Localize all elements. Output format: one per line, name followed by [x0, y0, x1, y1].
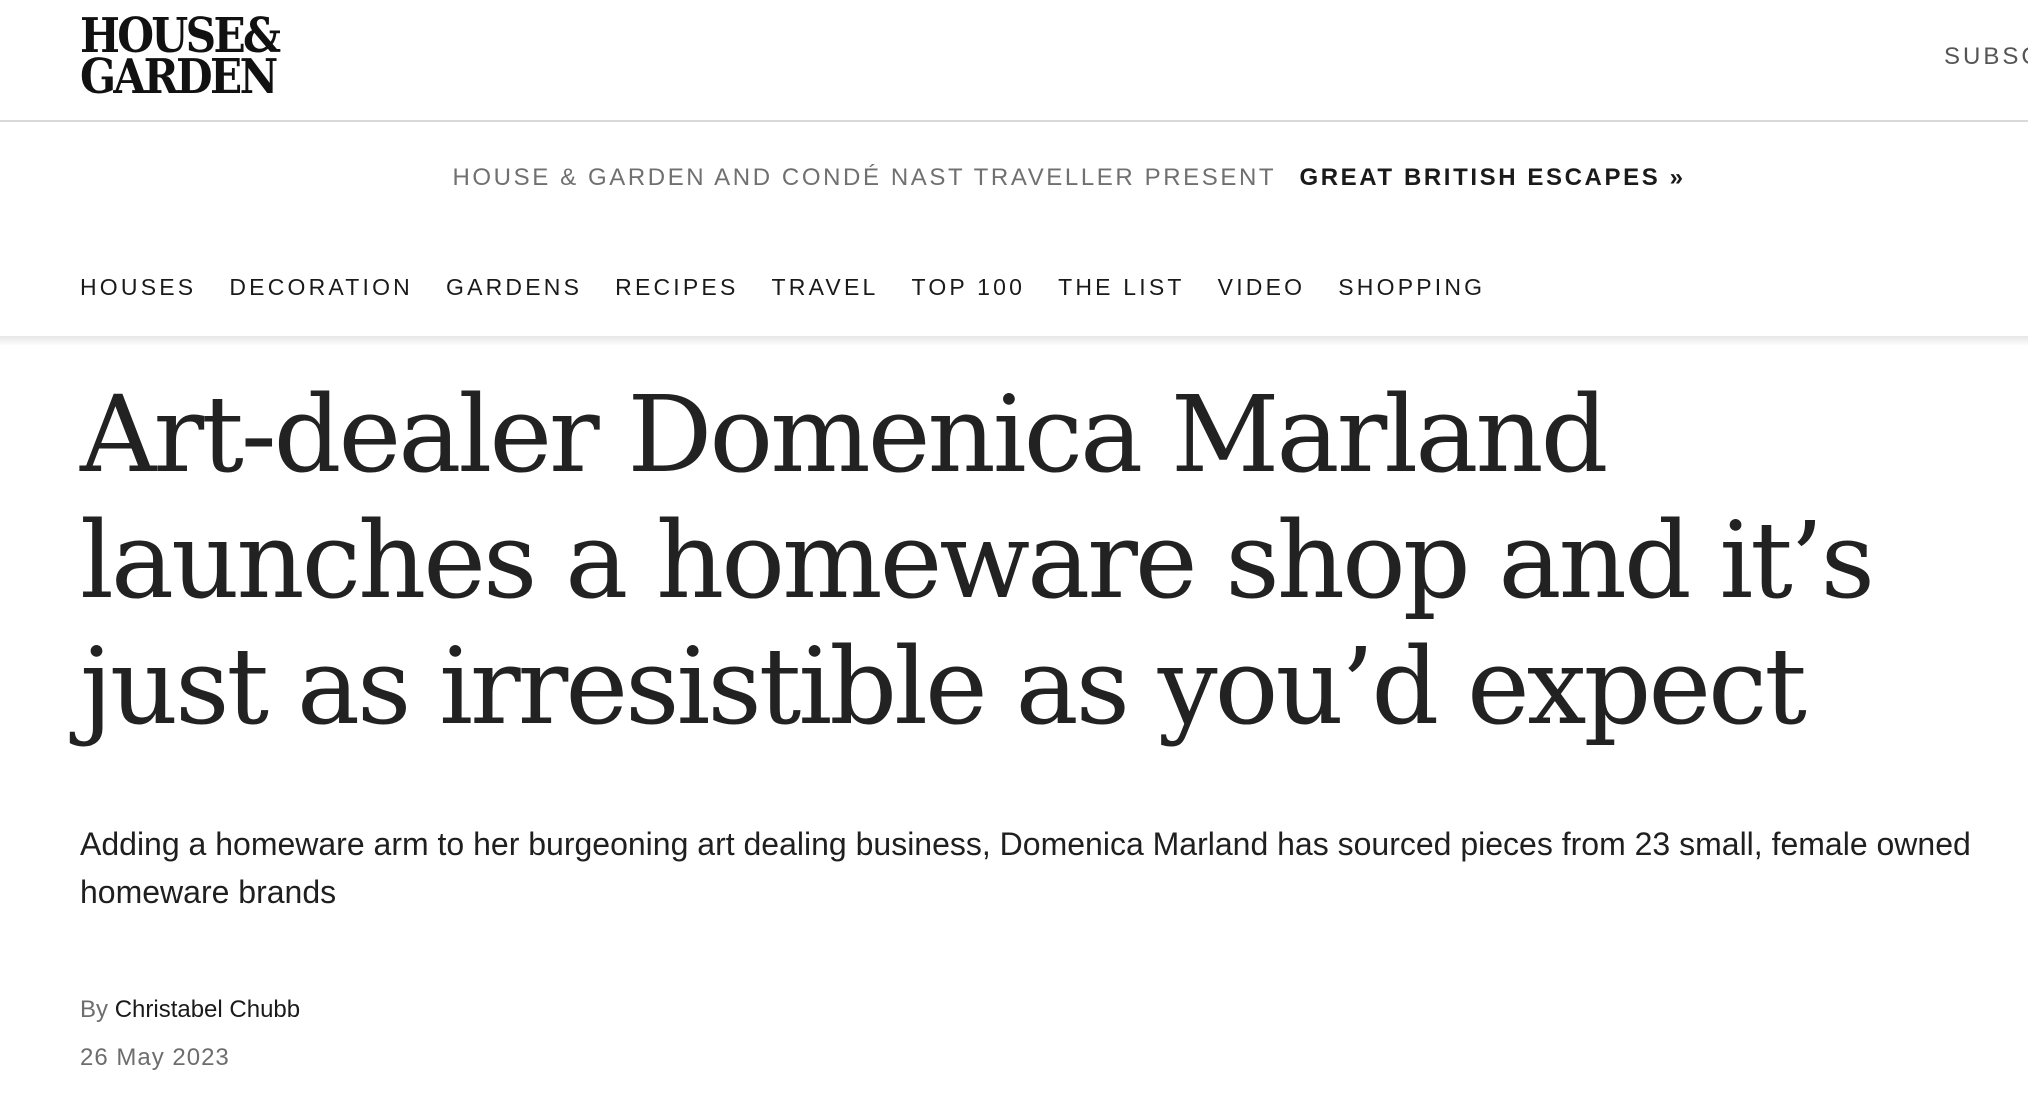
nav-item-top-100[interactable]: TOP 100: [911, 274, 1025, 301]
byline-prefix: By: [80, 996, 109, 1023]
site-logo[interactable]: House& Garden: [80, 12, 281, 105]
nav-item-recipes[interactable]: RECIPES: [615, 274, 738, 301]
author-link[interactable]: Christabel Chubb: [115, 996, 300, 1023]
publish-date: 26 May 2023: [80, 1044, 230, 1071]
nav-item-shopping[interactable]: SHOPPING: [1338, 274, 1485, 301]
nav-item-gardens[interactable]: GARDENS: [446, 274, 582, 301]
promo-text: HOUSE & GARDEN AND CONDÉ NAST TRAVELLER …: [452, 164, 1277, 191]
nav-item-the-list[interactable]: THE LIST: [1058, 274, 1185, 301]
nav-item-video[interactable]: VIDEO: [1218, 274, 1306, 301]
nav-item-decoration[interactable]: DECORATION: [229, 274, 413, 301]
promo-banner: HOUSE & GARDEN AND CONDÉ NAST TRAVELLER …: [0, 164, 2028, 192]
site-header: House& Garden SUBSC: [0, 0, 2028, 122]
main-nav: HOUSES DECORATION GARDENS RECIPES TRAVEL…: [80, 274, 1485, 301]
article-dek: Adding a homeware arm to her burgeoning …: [80, 826, 1971, 910]
nav-divider: [0, 336, 2028, 346]
logo-line-2: Garden: [80, 49, 278, 105]
nav-item-houses[interactable]: HOUSES: [80, 274, 196, 301]
article-headline: Art-dealer Domenica Marland launches a h…: [80, 373, 1875, 748]
byline: By Christabel Chubb: [80, 996, 300, 1024]
subscribe-link[interactable]: SUBSC: [1944, 43, 2028, 71]
great-british-escapes-link[interactable]: GREAT BRITISH ESCAPES »: [1299, 164, 1685, 192]
nav-item-travel[interactable]: TRAVEL: [772, 274, 879, 301]
